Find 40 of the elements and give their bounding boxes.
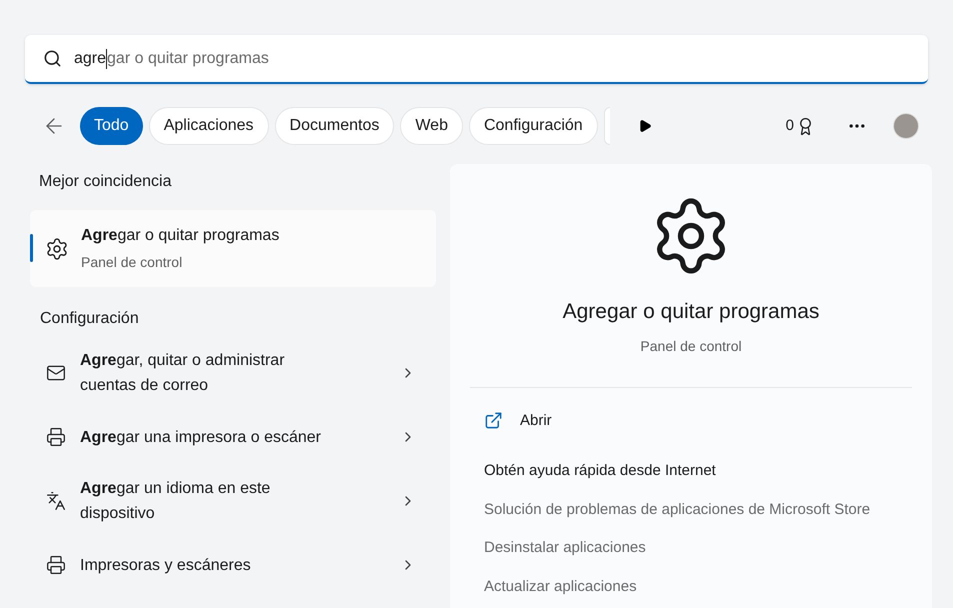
- filter-tab[interactable]: Web: [400, 107, 463, 145]
- selection-indicator: [30, 234, 33, 262]
- search-suggestion: gar o quitar programas: [107, 48, 269, 68]
- text-cursor: [106, 48, 108, 68]
- result-title: Agregar, quitar o administrar cuentas de correo: [80, 351, 286, 396]
- settings-result[interactable]: Agregar una impresora o escáner: [30, 405, 436, 469]
- points-count: 0: [786, 116, 794, 136]
- printer-icon: [46, 555, 66, 575]
- preview-subtitle: Panel de control: [640, 336, 742, 356]
- section-heading: Mejor coincidencia: [39, 172, 173, 192]
- avatar[interactable]: [893, 113, 919, 139]
- search-text: agre: [74, 48, 106, 68]
- play-icon[interactable]: [638, 119, 652, 133]
- result-title: Agregar o quitar programas: [81, 226, 280, 246]
- result-title: Impresoras y escáneres: [80, 556, 252, 576]
- preview-title: Agregar o quitar programas: [562, 299, 820, 325]
- settings-icon: [45, 236, 69, 260]
- search-field[interactable]: agregar o quitar programas: [25, 35, 928, 84]
- open-icon: [484, 411, 503, 430]
- settings-result[interactable]: Impresoras y escáneres: [30, 533, 436, 597]
- result-title: Agregar una impresora o escáner: [80, 428, 322, 448]
- language-icon: [46, 491, 66, 511]
- best-match-item[interactable]: Agregar o quitar programas Panel de control: [30, 210, 436, 287]
- filter-tab[interactable]: Todo: [80, 107, 143, 145]
- help-link[interactable]: Actualizar aplicaciones: [484, 576, 912, 598]
- filter-tab[interactable]: Aplicaciones: [148, 107, 269, 145]
- mail-icon: [46, 363, 66, 383]
- settings-result[interactable]: Agregar, quitar o administrar cuentas de correo: [30, 341, 436, 405]
- open-button[interactable]: Abrir: [484, 410, 552, 432]
- filter-tab[interactable]: Documentos: [274, 107, 394, 145]
- help-link[interactable]: Desinstalar aplicaciones: [484, 537, 912, 560]
- section-heading: Configuración: [40, 309, 140, 329]
- filter-tab[interactable]: Configuración: [468, 107, 598, 145]
- printer-icon: [46, 427, 66, 447]
- settings-result[interactable]: Agregar un idioma en este dispositivo: [30, 469, 436, 533]
- result-subtitle: Panel de control: [81, 253, 184, 272]
- search-icon: [43, 49, 62, 68]
- help-heading: Obtén ayuda rápida desde Internet: [484, 461, 717, 481]
- result-title: Agregar un idioma en este dispositivo: [80, 479, 272, 524]
- help-link[interactable]: Solución de problemas de aplicaciones de Microsoft Store: [484, 498, 912, 521]
